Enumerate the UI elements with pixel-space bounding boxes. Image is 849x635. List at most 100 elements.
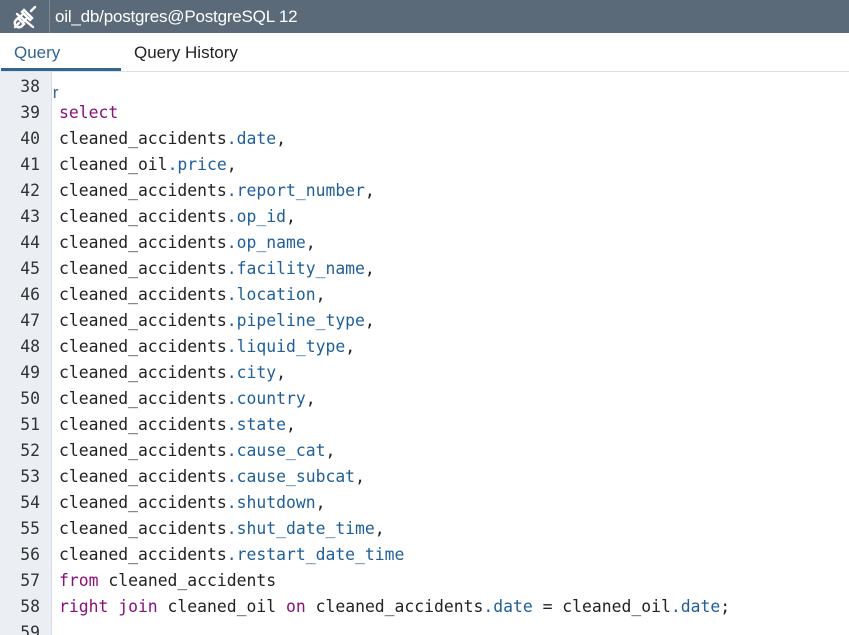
code-editor[interactable]: 38 39 select 40 cleaned_accidents.date, 41 cle… bbox=[0, 72, 849, 635]
code-text: cleaned_accidents.location, bbox=[59, 282, 325, 308]
code-line: 41 cleaned_oil.price, bbox=[0, 152, 849, 178]
line-number: 55 bbox=[20, 519, 40, 538]
code-token: cleaned_accidents bbox=[98, 571, 277, 590]
column-name: .report_number bbox=[226, 181, 365, 200]
code-token: cleaned_oil bbox=[59, 155, 168, 174]
code-token: cleaned_accidents bbox=[59, 207, 227, 226]
editor-tabs: Query Editor Query History bbox=[0, 33, 849, 102]
line-number: 45 bbox=[20, 259, 40, 278]
code-text: cleaned_accidents.city, bbox=[59, 360, 286, 386]
code-token: cleaned_accidents bbox=[59, 545, 227, 564]
code-text: cleaned_oil.price, bbox=[59, 152, 237, 178]
line-number: 59 bbox=[20, 623, 40, 635]
line-number: 47 bbox=[20, 311, 40, 330]
line-number: 39 bbox=[20, 103, 40, 122]
code-text: cleaned_accidents.liquid_type, bbox=[59, 334, 355, 360]
sql-keyword: select bbox=[59, 103, 119, 122]
line-number: 50 bbox=[20, 389, 40, 408]
column-name: .date bbox=[670, 597, 721, 616]
code-line: 46 cleaned_accidents.location, bbox=[0, 282, 849, 308]
code-token: cleaned_accidents bbox=[59, 389, 227, 408]
code-token: cleaned_accidents bbox=[59, 363, 227, 382]
code-line: 39 select bbox=[0, 100, 849, 126]
code-line: 53 cleaned_accidents.cause_subcat, bbox=[0, 464, 849, 490]
code-token: cleaned_accidents bbox=[59, 129, 227, 148]
line-number: 54 bbox=[20, 493, 40, 512]
code-line: 40 cleaned_accidents.date, bbox=[0, 126, 849, 152]
code-token: cleaned_accidents bbox=[305, 597, 484, 616]
column-name: .restart_date_time bbox=[226, 545, 405, 564]
code-text: cleaned_accidents.report_number, bbox=[59, 178, 375, 204]
column-name: .price bbox=[167, 155, 227, 174]
tab-query-history[interactable]: Query History bbox=[121, 33, 251, 71]
code-line: 56 cleaned_accidents.restart_date_time bbox=[0, 542, 849, 568]
column-name: .shut_date_time bbox=[226, 519, 375, 538]
line-number: 44 bbox=[20, 233, 40, 252]
code-line: 59 bbox=[0, 620, 849, 635]
column-name: .cause_subcat bbox=[226, 467, 356, 486]
line-number: 40 bbox=[20, 129, 40, 148]
code-line: 47 cleaned_accidents.pipeline_type, bbox=[0, 308, 849, 334]
plug-disconnected-icon[interactable] bbox=[0, 0, 50, 33]
code-line: 38 bbox=[0, 74, 849, 100]
code-token: , bbox=[315, 493, 326, 512]
column-name: .date bbox=[226, 129, 277, 148]
line-number: 52 bbox=[20, 441, 40, 460]
line-number: 43 bbox=[20, 207, 40, 226]
code-token: , bbox=[285, 207, 296, 226]
line-number: 46 bbox=[20, 285, 40, 304]
code-token: cleaned_accidents bbox=[59, 233, 227, 252]
code-token: , bbox=[364, 181, 375, 200]
code-token: , bbox=[276, 363, 286, 382]
line-number: 58 bbox=[20, 597, 40, 616]
code-token: , bbox=[374, 519, 385, 538]
code-text: cleaned_accidents.state, bbox=[59, 412, 296, 438]
code-token: cleaned_oil bbox=[157, 597, 286, 616]
code-token: , bbox=[276, 129, 286, 148]
column-name: .shutdown bbox=[226, 493, 316, 512]
code-line: 45 cleaned_accidents.facility_name, bbox=[0, 256, 849, 282]
column-name: .date bbox=[483, 597, 533, 616]
line-number: 56 bbox=[20, 545, 40, 564]
code-line: 48 cleaned_accidents.liquid_type, bbox=[0, 334, 849, 360]
code-line: 50 cleaned_accidents.country, bbox=[0, 386, 849, 412]
code-line: 52 cleaned_accidents.cause_cat, bbox=[0, 438, 849, 464]
column-name: .liquid_type bbox=[226, 337, 346, 356]
column-name: .state bbox=[226, 415, 286, 434]
code-token: cleaned_accidents bbox=[59, 285, 227, 304]
window-title: oil_db/postgres@PostgreSQL 12 bbox=[55, 7, 298, 26]
code-token: , bbox=[226, 155, 237, 174]
code-line: 49 cleaned_accidents.city, bbox=[0, 360, 849, 386]
code-line: 44 cleaned_accidents.op_name, bbox=[0, 230, 849, 256]
code-line: 58 right join cleaned_oil on cleaned_acci… bbox=[0, 594, 849, 620]
sql-keyword: right join bbox=[59, 597, 158, 616]
code-text: cleaned_accidents.op_name, bbox=[59, 230, 316, 256]
sql-keyword: from bbox=[59, 571, 99, 590]
code-text: cleaned_accidents.shutdown, bbox=[59, 490, 325, 516]
column-name: .country bbox=[226, 389, 306, 408]
code-token: , bbox=[305, 233, 316, 252]
code-line: 43 cleaned_accidents.op_id, bbox=[0, 204, 849, 230]
code-token: , bbox=[285, 415, 296, 434]
code-text: cleaned_accidents.date, bbox=[59, 126, 286, 152]
line-number: 38 bbox=[20, 77, 40, 96]
code-token: , bbox=[345, 337, 356, 356]
code-token: cleaned_accidents bbox=[59, 181, 227, 200]
line-number: 49 bbox=[20, 363, 40, 382]
code-token: , bbox=[315, 285, 326, 304]
line-number: 41 bbox=[20, 155, 40, 174]
column-name: .facility_name bbox=[226, 259, 365, 278]
code-line: 55 cleaned_accidents.shut_date_time, bbox=[0, 516, 849, 542]
code-token: cleaned_accidents bbox=[59, 441, 227, 460]
code-line: 57 from cleaned_accidents bbox=[0, 568, 849, 594]
code-text: cleaned_accidents.pipeline_type, bbox=[59, 308, 375, 334]
code-text: from cleaned_accidents bbox=[59, 568, 276, 594]
line-number: 57 bbox=[20, 571, 40, 590]
code-token: cleaned_accidents bbox=[59, 337, 227, 356]
tab-query-editor[interactable]: Query Editor bbox=[1, 33, 121, 102]
code-token: cleaned_accidents bbox=[59, 259, 227, 278]
code-token: , bbox=[355, 467, 365, 486]
column-name: .city bbox=[226, 363, 277, 382]
code-text: cleaned_accidents.country, bbox=[59, 386, 316, 412]
code-line: 54 cleaned_accidents.shutdown, bbox=[0, 490, 849, 516]
